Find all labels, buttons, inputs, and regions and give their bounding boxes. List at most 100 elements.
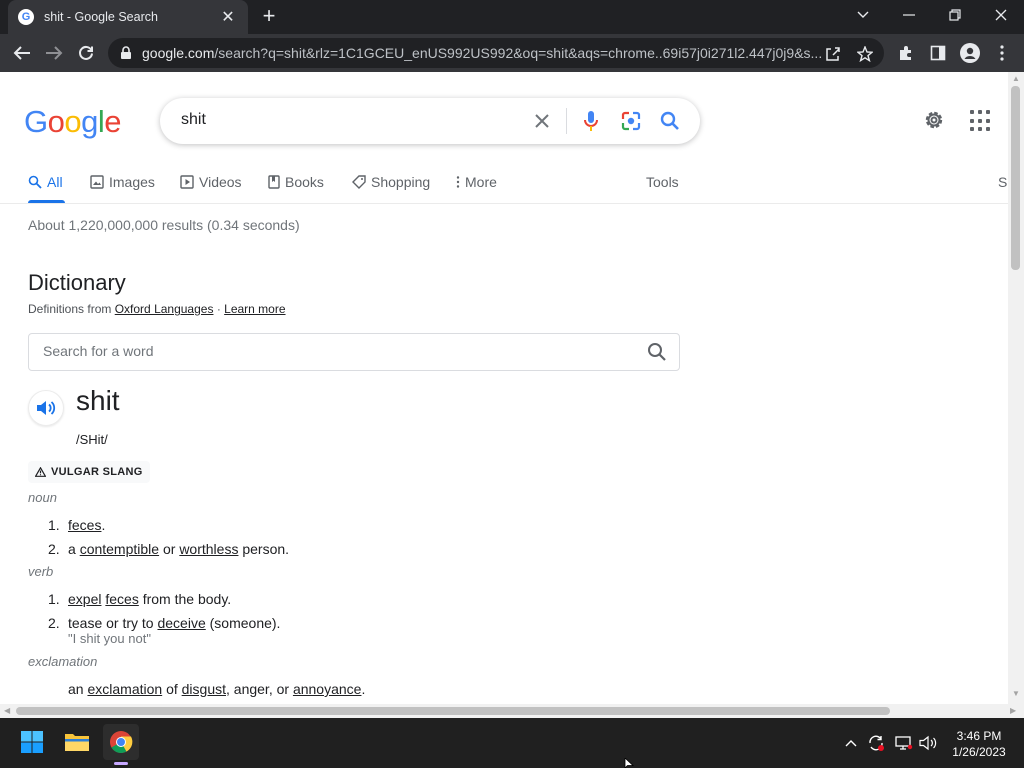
word-link[interactable]: annoyance [293, 681, 362, 697]
volume-icon[interactable] [918, 734, 938, 752]
close-window-icon[interactable] [978, 0, 1024, 30]
browser-toolbar: google.com/search?q=shit&rlz=1C1GCEU_enU… [0, 34, 1024, 72]
settings-gear-icon[interactable] [922, 108, 948, 134]
sync-alert-icon[interactable] [866, 734, 886, 752]
part-of-speech-noun: noun [28, 490, 57, 505]
pronunciation-speaker-icon[interactable] [28, 390, 64, 426]
definition-item: 1. feces. [48, 517, 106, 533]
lock-icon [121, 46, 131, 59]
network-icon[interactable] [894, 734, 914, 752]
google-lens-camera-icon[interactable] [619, 109, 643, 133]
scroll-left-arrow-icon[interactable]: ◀ [4, 707, 10, 715]
oxford-languages-link[interactable]: Oxford Languages [115, 302, 214, 316]
register-badge: VULGAR SLANG [28, 461, 150, 483]
restore-icon[interactable] [932, 0, 978, 30]
microphone-icon[interactable] [579, 109, 603, 133]
tab-title: shit - Google Search [44, 10, 158, 24]
search-query-text[interactable]: shit [181, 111, 206, 129]
horizontal-scroll-thumb[interactable] [16, 707, 890, 715]
safesearch-cutoff-label[interactable]: S [998, 172, 1007, 192]
tabs-divider [0, 203, 1008, 204]
tab-search-chevron-icon[interactable] [840, 0, 886, 30]
tab-books[interactable]: Books [268, 172, 324, 192]
reload-icon[interactable] [74, 41, 98, 65]
windows-taskbar: 3:46 PM 1/26/2023 [0, 718, 1024, 768]
word-link[interactable]: worthless [179, 541, 238, 557]
google-apps-grid-icon[interactable] [970, 110, 992, 132]
url-text: google.com/search?q=shit&rlz=1C1GCEU_enU… [142, 45, 822, 61]
usage-example: "I shit you not" [68, 631, 151, 646]
word-link[interactable]: exclamation [87, 681, 162, 697]
word-link[interactable]: feces [68, 517, 101, 533]
google-favicon-icon: G [18, 9, 34, 25]
minimize-icon[interactable] [886, 0, 932, 30]
divider [566, 108, 567, 134]
search-results-page: Google shit All Images Videos Books Shop… [0, 72, 1008, 704]
dictionary-title: Dictionary [28, 270, 126, 295]
word-link[interactable]: deceive [157, 615, 205, 631]
clear-x-icon[interactable] [530, 109, 554, 133]
scroll-down-arrow-icon[interactable]: ▼ [1012, 690, 1020, 698]
more-vertical-dots-icon [456, 176, 460, 188]
part-of-speech-verb: verb [28, 564, 54, 579]
word-search-box[interactable] [28, 333, 680, 371]
taskbar-clock[interactable]: 3:46 PM 1/26/2023 [944, 728, 1014, 760]
active-app-indicator [114, 762, 128, 765]
bookmark-star-icon[interactable] [856, 45, 874, 63]
warning-triangle-icon [35, 467, 46, 477]
word-link[interactable]: feces [105, 591, 138, 607]
definition-item: 2. tease or try to deceive (someone). [48, 615, 281, 631]
word-link[interactable]: expel [68, 591, 101, 607]
vertical-scrollbar[interactable]: ▲ ▼ [1008, 72, 1024, 704]
new-tab-plus-icon[interactable]: + [258, 5, 280, 28]
scroll-up-arrow-icon[interactable]: ▲ [1012, 75, 1020, 83]
tab-close-icon[interactable]: ✕ [218, 7, 238, 27]
word-search-input[interactable] [43, 343, 623, 359]
book-icon [268, 175, 280, 189]
word-link[interactable]: disgust [182, 681, 226, 697]
search-magnifier-icon[interactable] [658, 109, 682, 133]
result-stats: About 1,220,000,000 results (0.34 second… [28, 217, 300, 233]
horizontal-scrollbar[interactable]: ◀ ▶ [0, 704, 1024, 718]
definition-item: 1. expel feces from the body. [48, 591, 232, 607]
search-small-icon [28, 175, 42, 189]
share-icon[interactable] [824, 45, 842, 63]
file-explorer-folder-icon[interactable] [59, 724, 95, 760]
search-box[interactable]: shit [160, 98, 700, 144]
windows-start-icon[interactable] [14, 724, 50, 760]
chrome-taskbar-icon[interactable] [103, 724, 139, 760]
word-link[interactable]: contemptible [80, 541, 159, 557]
definition-item: 2. a contemptible or worthless person. [48, 541, 290, 557]
google-logo[interactable]: Google [24, 104, 122, 140]
clock-date: 1/26/2023 [952, 745, 1006, 759]
side-panel-icon[interactable] [928, 43, 948, 63]
definition-item: an exclamation of disgust, anger, or ann… [68, 681, 366, 697]
chrome-menu-kebab-icon[interactable] [992, 43, 1012, 63]
tab-all[interactable]: All [28, 172, 63, 192]
browser-tab-strip: G shit - Google Search ✕ + [0, 0, 1024, 34]
price-tag-icon [352, 175, 366, 189]
dictionary-source-line: Definitions from Oxford Languages · Lear… [28, 302, 286, 316]
address-bar[interactable]: google.com/search?q=shit&rlz=1C1GCEU_enU… [108, 38, 884, 68]
search-icon[interactable] [647, 342, 667, 362]
back-arrow-icon[interactable] [10, 41, 34, 65]
extensions-puzzle-icon[interactable] [896, 43, 916, 63]
image-icon [90, 175, 104, 189]
part-of-speech-exclamation: exclamation [28, 654, 98, 669]
browser-tab[interactable]: G shit - Google Search ✕ [8, 0, 248, 34]
show-hidden-icons-chevron-icon[interactable] [842, 734, 860, 752]
tab-shopping[interactable]: Shopping [352, 172, 430, 192]
vertical-scroll-thumb[interactable] [1011, 86, 1020, 270]
tab-videos[interactable]: Videos [180, 172, 242, 192]
phonetic: /SHit/ [76, 432, 108, 447]
tab-images[interactable]: Images [90, 172, 155, 192]
forward-arrow-icon[interactable] [42, 41, 66, 65]
scroll-right-arrow-icon[interactable]: ▶ [1010, 707, 1016, 715]
tools-button[interactable]: Tools [646, 172, 679, 192]
mouse-cursor-icon [624, 758, 634, 768]
tab-more[interactable]: More [456, 172, 497, 192]
clock-time: 3:46 PM [956, 729, 1002, 743]
profile-avatar-icon[interactable] [960, 43, 980, 63]
learn-more-link[interactable]: Learn more [224, 302, 285, 316]
video-play-icon [180, 175, 194, 189]
